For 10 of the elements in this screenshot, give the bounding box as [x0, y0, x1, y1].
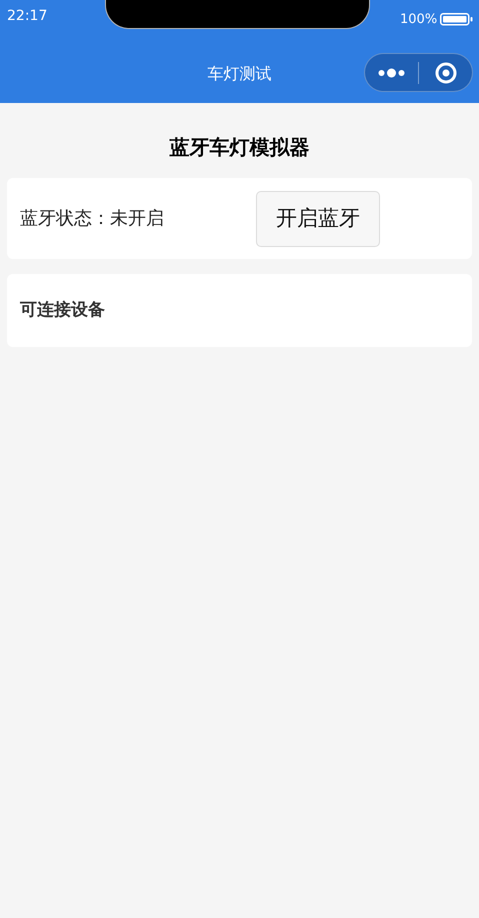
close-icon[interactable] [435, 62, 457, 84]
devices-title: 可连接设备 [20, 298, 105, 322]
status-time: 22:17 [7, 9, 48, 23]
battery-percentage: 100% [400, 13, 438, 26]
battery-icon [440, 13, 473, 26]
page-heading: 蓝牙车灯模拟器 [170, 137, 310, 157]
more-icon[interactable] [378, 68, 405, 78]
enable-bluetooth-button[interactable]: 开启蓝牙 [256, 190, 380, 246]
bluetooth-status: 蓝牙状态：未开启 [20, 207, 165, 231]
page-title: 车灯测试 [208, 66, 272, 82]
